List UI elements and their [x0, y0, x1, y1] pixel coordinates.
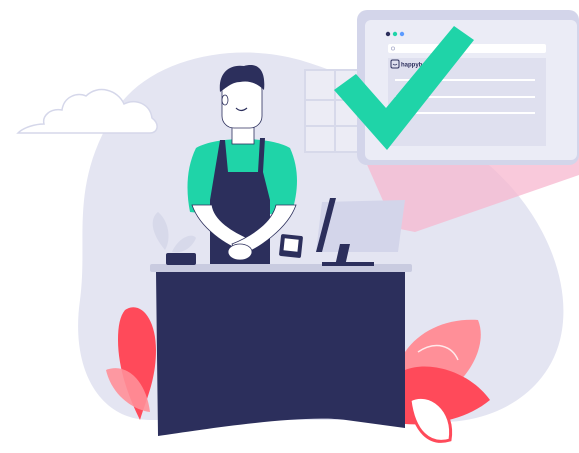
counter-item	[166, 253, 196, 265]
counter-body	[156, 272, 405, 436]
window-dot-2	[392, 31, 398, 37]
checkout-illustration: happybox	[16, 10, 579, 443]
card-terminal	[279, 234, 303, 258]
window-dot-1	[385, 31, 391, 37]
window-dot-3	[399, 31, 405, 37]
